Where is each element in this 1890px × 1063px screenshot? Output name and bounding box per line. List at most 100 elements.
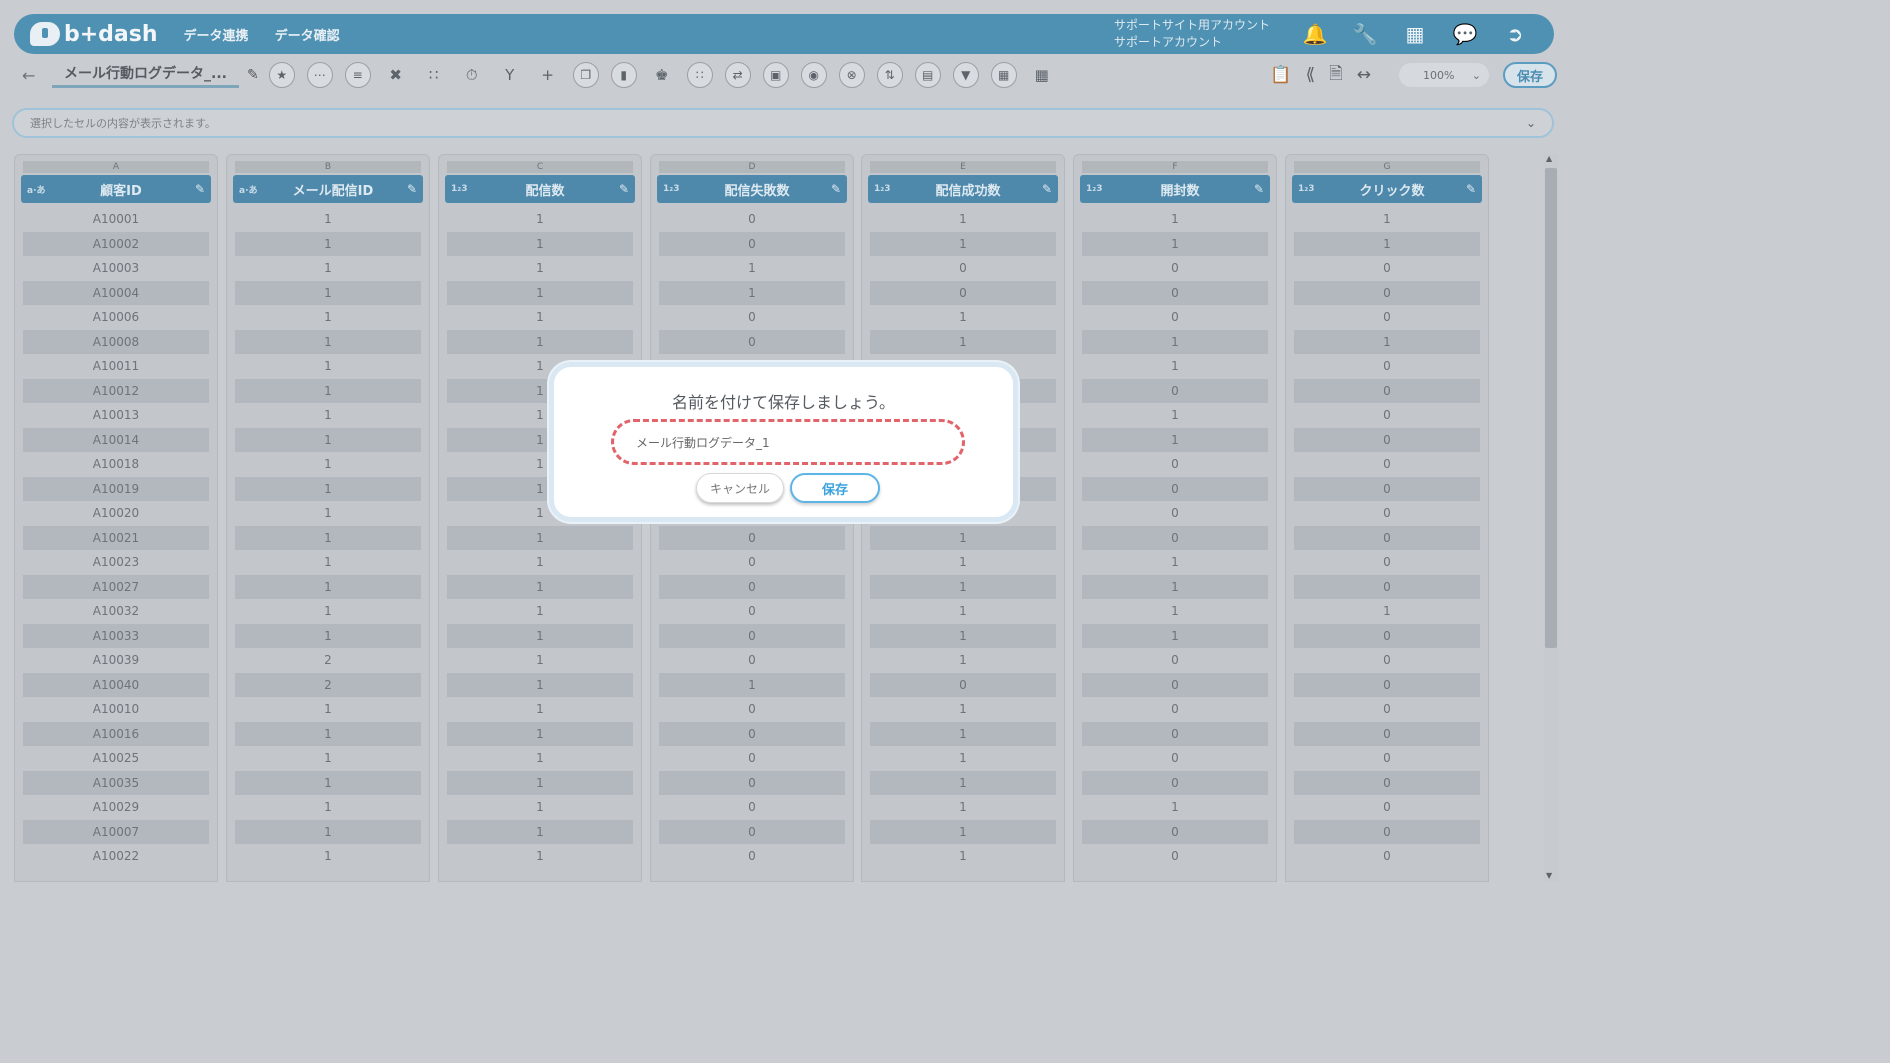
clipboard-icon[interactable]: 📋 [1270, 65, 1291, 85]
table-cell[interactable]: 1 [659, 256, 845, 281]
table-cell[interactable]: 1 [1082, 329, 1268, 354]
table-cell[interactable]: 0 [1294, 280, 1480, 305]
favorite-star-icon[interactable]: ★ [268, 62, 295, 88]
table-cell[interactable]: 0 [1082, 452, 1268, 477]
table-cell[interactable]: 0 [659, 574, 845, 599]
table-cell[interactable]: 0 [1082, 770, 1268, 795]
funnel-filter-icon[interactable]: ▼ [952, 62, 979, 88]
expand-chevron-icon[interactable]: ⌄ [1526, 116, 1536, 130]
share-icon[interactable]: ⟪ [1306, 65, 1315, 85]
table-cell[interactable]: 0 [1082, 476, 1268, 501]
table-cell[interactable]: 1 [447, 795, 633, 820]
table-cell[interactable]: 1 [447, 280, 633, 305]
merge-icon[interactable]: Y [497, 62, 523, 88]
table-cell[interactable]: 0 [1082, 672, 1268, 697]
table-cell[interactable]: 1 [1082, 354, 1268, 379]
scroll-up-icon[interactable]: ▲ [1546, 154, 1552, 163]
replace-icon[interactable]: ⇄ [724, 62, 751, 88]
cancel-button[interactable]: キャンセル [696, 473, 784, 503]
wrench-icon[interactable]: 🔧 [1353, 22, 1378, 46]
table-cell[interactable]: 1 [1082, 795, 1268, 820]
table-cell[interactable]: 1 [447, 697, 633, 722]
table-cell[interactable]: 0 [1082, 256, 1268, 281]
table-cell[interactable]: 1 [235, 525, 421, 550]
table-cell[interactable]: 0 [1082, 280, 1268, 305]
table-cell[interactable]: A10033 [23, 623, 209, 648]
table-cell[interactable]: 1 [447, 550, 633, 575]
column-letter[interactable]: F [1082, 161, 1268, 173]
table-cell[interactable]: A10003 [23, 256, 209, 281]
table-cell[interactable]: 1 [870, 599, 1056, 624]
table-cell[interactable]: 1 [870, 525, 1056, 550]
edit-title-icon[interactable]: ✎ [247, 67, 259, 83]
table-cell[interactable]: 1 [870, 207, 1056, 232]
bucket-icon[interactable]: ◉ [800, 62, 827, 88]
table-cell[interactable]: A10010 [23, 697, 209, 722]
column-letter[interactable]: B [235, 161, 421, 173]
table-cell[interactable]: 1 [447, 231, 633, 256]
table-cell[interactable]: 0 [870, 280, 1056, 305]
remove-circle-icon[interactable]: ⊗ [838, 62, 865, 88]
table-cell[interactable]: 1 [870, 697, 1056, 722]
table-cell[interactable]: 1 [447, 672, 633, 697]
table-cell[interactable]: 0 [1294, 305, 1480, 330]
table-cell[interactable]: A10020 [23, 501, 209, 526]
lock-icon[interactable]: ▣ [762, 62, 789, 88]
table-cell[interactable]: 0 [1294, 452, 1480, 477]
table-cell[interactable]: 0 [659, 721, 845, 746]
table-cell[interactable]: 1 [870, 721, 1056, 746]
table-cell[interactable]: 1 [235, 574, 421, 599]
table-cell[interactable]: 0 [659, 746, 845, 771]
vertical-scrollbar[interactable]: ▲ ▼ [1544, 154, 1558, 882]
table-cell[interactable]: 1 [870, 231, 1056, 256]
table-cell[interactable]: A10021 [23, 525, 209, 550]
table-cell[interactable]: 1 [447, 574, 633, 599]
embed-code-icon[interactable]: ↔ [1357, 65, 1371, 85]
table-cell[interactable]: 1 [235, 476, 421, 501]
table-cell[interactable]: A10019 [23, 476, 209, 501]
table-cell[interactable]: 1 [235, 231, 421, 256]
edit-column-icon[interactable]: ✎ [1254, 182, 1264, 196]
logout-icon[interactable]: ➲ [1504, 22, 1526, 46]
calendar-icon[interactable]: ▤ [914, 62, 941, 88]
table-cell[interactable]: 1 [235, 746, 421, 771]
timer-icon[interactable]: ⏱ [459, 62, 485, 88]
table-cell[interactable]: 1 [447, 207, 633, 232]
help-chat-icon[interactable]: 💬 [1453, 22, 1478, 46]
table-cell[interactable]: 1 [447, 329, 633, 354]
add-icon[interactable]: + [535, 62, 561, 88]
table-cell[interactable]: 1 [870, 623, 1056, 648]
table-cell[interactable]: 0 [1082, 501, 1268, 526]
table-cell[interactable]: 1 [1082, 550, 1268, 575]
table-cell[interactable]: 1 [870, 574, 1056, 599]
pivot-icon[interactable]: ▦ [990, 62, 1017, 88]
table-cell[interactable]: 1 [1294, 329, 1480, 354]
bell-icon[interactable]: 🔔 [1303, 22, 1328, 46]
save-button[interactable]: 保存 [1502, 62, 1557, 88]
edit-column-icon[interactable]: ✎ [1466, 182, 1476, 196]
table-cell[interactable]: A10012 [23, 378, 209, 403]
table-cell[interactable]: 1 [1082, 231, 1268, 256]
table-cell[interactable]: 1 [235, 207, 421, 232]
table-cell[interactable]: 1 [1082, 427, 1268, 452]
table-cell[interactable]: 1 [235, 378, 421, 403]
account-info[interactable]: サポートサイト用アカウント サポートアカウント [1114, 17, 1270, 51]
table-cell[interactable]: 1 [235, 427, 421, 452]
table-cell[interactable]: 0 [1082, 648, 1268, 673]
table-cell[interactable]: A10035 [23, 770, 209, 795]
delete-icon[interactable]: ▮ [610, 62, 637, 88]
table-cell[interactable]: 0 [1294, 256, 1480, 281]
cell-content-bar[interactable]: 選択したセルの内容が表示されます。 ⌄ [12, 108, 1554, 138]
table-cell[interactable]: A10004 [23, 280, 209, 305]
table-cell[interactable]: 1 [235, 599, 421, 624]
table-cell[interactable]: A10018 [23, 452, 209, 477]
table-cell[interactable]: 1 [447, 525, 633, 550]
table-cell[interactable]: 1 [1082, 623, 1268, 648]
table-cell[interactable]: 0 [659, 329, 845, 354]
edit-column-icon[interactable]: ✎ [1042, 182, 1052, 196]
table-cell[interactable]: 0 [1082, 819, 1268, 844]
table-cell[interactable]: 1 [235, 819, 421, 844]
table-cell[interactable]: 1 [447, 256, 633, 281]
table-cell[interactable]: 0 [1294, 501, 1480, 526]
column-header[interactable]: a∙あ メール配信ID ✎ [233, 175, 423, 203]
